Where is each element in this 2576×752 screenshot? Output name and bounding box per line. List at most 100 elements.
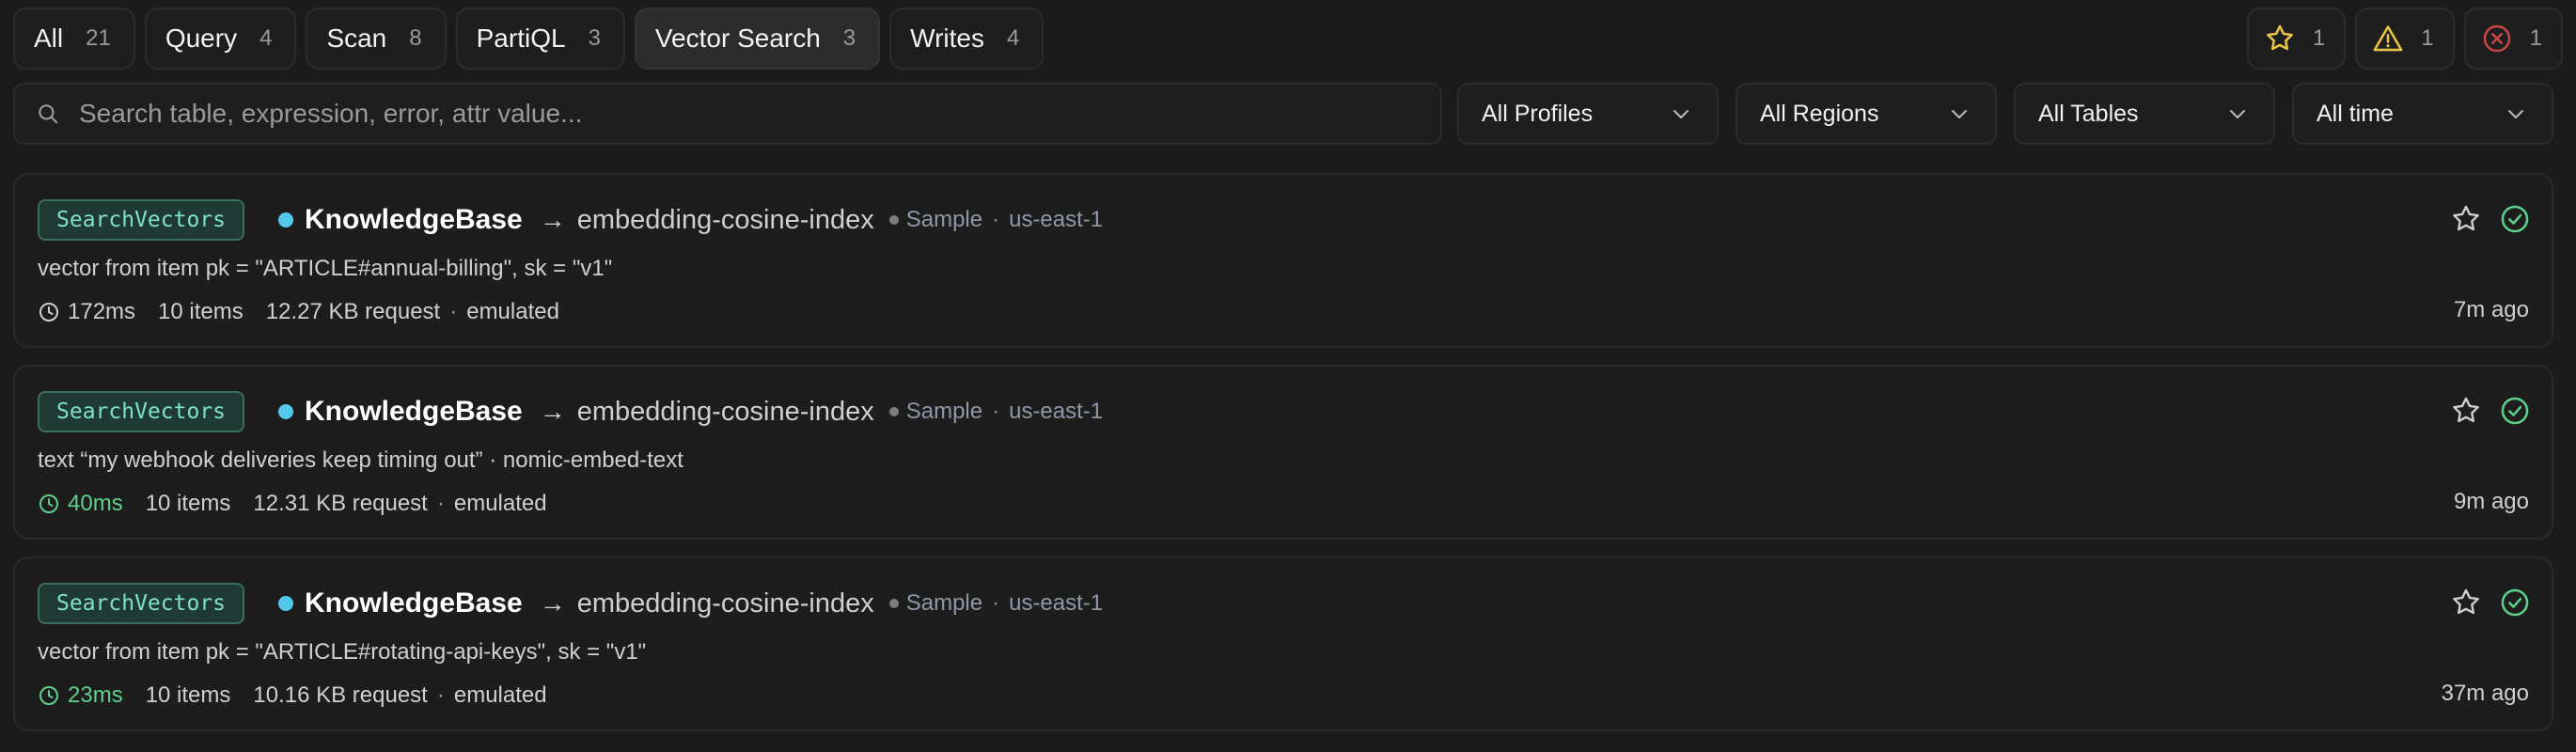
region-name: us-east-1 (1009, 399, 1104, 424)
tab-label: All (34, 24, 64, 53)
relative-time: 37m ago (2441, 681, 2529, 706)
index-name: embedding-cosine-index (576, 204, 874, 235)
history-entry[interactable]: SearchVectors KnowledgeBase → embedding-… (13, 556, 2553, 731)
search-input[interactable] (77, 98, 1440, 130)
table-name: KnowledgeBase (305, 204, 523, 235)
star-icon[interactable] (2450, 587, 2482, 619)
time-select-value: All time (2317, 100, 2394, 127)
execution-mode: emulated (466, 299, 559, 324)
live-dot (278, 212, 293, 227)
error-filter-button[interactable]: 1 (2463, 8, 2563, 70)
profile-name: Sample (905, 207, 983, 232)
execution-mode: emulated (453, 682, 547, 708)
live-dot (278, 596, 293, 611)
stats-separator: · (449, 299, 458, 324)
region-name: us-east-1 (1009, 207, 1104, 232)
clock-icon (39, 494, 58, 513)
relative-time: 7m ago (2453, 297, 2529, 322)
profile-name: Sample (905, 399, 983, 424)
search-box (13, 83, 1442, 145)
profile-dot (888, 407, 899, 416)
regions-select-value: All Regions (1760, 100, 1879, 127)
arrow-separator: → (539, 588, 566, 618)
entry-actions (2450, 395, 2531, 427)
entry-title: KnowledgeBase → embedding-cosine-index S… (278, 199, 1103, 241)
tab-count: 4 (259, 25, 273, 51)
chevron-down-icon (1673, 110, 1689, 118)
entry-expression: vector from item pk = "ARTICLE#rotating-… (38, 639, 647, 665)
entry-title: KnowledgeBase → embedding-cosine-index S… (278, 583, 1103, 624)
search-icon (39, 104, 58, 124)
profiles-select[interactable]: All Profiles (1457, 83, 1719, 145)
item-count: 10 items (158, 299, 243, 324)
operation-badge: SearchVectors (38, 199, 245, 241)
stats-separator: · (436, 682, 445, 708)
index-name: embedding-cosine-index (576, 588, 874, 619)
chevron-down-icon (1952, 110, 1967, 118)
success-check-icon (2501, 205, 2529, 233)
history-entry[interactable]: SearchVectors KnowledgeBase → embedding-… (13, 365, 2553, 540)
star-icon[interactable] (2450, 203, 2482, 235)
tab-count: 8 (409, 25, 422, 51)
entry-expression: vector from item pk = "ARTICLE#annual-bi… (38, 256, 613, 281)
index-name: embedding-cosine-index (576, 396, 874, 427)
tab-partiql[interactable]: PartiQL 3 (455, 8, 625, 70)
profile-dot (888, 599, 899, 608)
entry-actions (2450, 587, 2531, 619)
regions-select[interactable]: All Regions (1736, 83, 1997, 145)
duration: 23ms (68, 682, 123, 708)
request-size: 12.27 KB request (265, 299, 441, 324)
tab-label: Writes (910, 24, 984, 53)
tab-label: Scan (326, 24, 387, 53)
operation-badge: SearchVectors (38, 583, 245, 624)
warning-count: 1 (2421, 25, 2434, 51)
tab-label: Vector Search (654, 24, 821, 53)
tab-writes[interactable]: Writes 4 (889, 8, 1045, 70)
tab-all[interactable]: All 21 (13, 8, 135, 70)
tab-count: 3 (842, 25, 856, 51)
tab-label: PartiQL (476, 24, 566, 53)
relative-time: 9m ago (2453, 489, 2529, 514)
stats-separator: · (436, 491, 445, 516)
request-size: 10.16 KB request (253, 682, 428, 708)
duration: 40ms (68, 491, 123, 516)
chevron-down-icon (2230, 110, 2245, 118)
item-count: 10 items (145, 491, 231, 516)
execution-mode: emulated (453, 491, 547, 516)
operation-tabs: All 21 Query 4 Scan 8 PartiQL 3 Vector S… (13, 8, 1045, 70)
entry-stats: 23ms 10 items 10.16 KB request · emulate… (38, 681, 547, 711)
table-name: KnowledgeBase (305, 588, 523, 619)
status-filters: 1 1 1 (2246, 8, 2563, 70)
meta-separator: · (992, 590, 1000, 616)
tables-select-value: All Tables (2038, 100, 2139, 127)
tables-select[interactable]: All Tables (2014, 83, 2275, 145)
tab-count: 3 (588, 25, 601, 51)
meta-separator: · (992, 207, 1000, 232)
star-icon[interactable] (2450, 395, 2482, 427)
tab-label: Query (165, 24, 238, 53)
profile-dot (888, 215, 899, 225)
tab-query[interactable]: Query 4 (144, 8, 297, 70)
success-check-icon (2501, 397, 2529, 425)
history-entry[interactable]: SearchVectors KnowledgeBase → embedding-… (13, 173, 2553, 348)
time-select[interactable]: All time (2292, 83, 2553, 145)
success-check-icon (2501, 588, 2529, 617)
error-icon (2483, 24, 2510, 53)
clock-icon (39, 686, 58, 705)
starred-filter-button[interactable]: 1 (2246, 8, 2347, 70)
tab-count: 21 (86, 25, 111, 51)
chevron-down-icon (2508, 110, 2523, 118)
entry-expression: text “my webhook deliveries keep timing … (38, 447, 683, 473)
duration: 172ms (68, 299, 136, 324)
starred-count: 1 (2312, 25, 2326, 51)
clock-icon (39, 303, 58, 321)
tab-scan[interactable]: Scan 8 (306, 8, 447, 70)
entry-title: KnowledgeBase → embedding-cosine-index S… (278, 391, 1103, 432)
arrow-separator: → (539, 397, 566, 426)
arrow-separator: → (539, 205, 566, 234)
item-count: 10 items (145, 682, 231, 708)
profiles-select-value: All Profiles (1482, 100, 1594, 127)
warning-filter-button[interactable]: 1 (2355, 8, 2455, 70)
entry-actions (2450, 203, 2531, 235)
tab-vector-search[interactable]: Vector Search 3 (634, 8, 881, 70)
